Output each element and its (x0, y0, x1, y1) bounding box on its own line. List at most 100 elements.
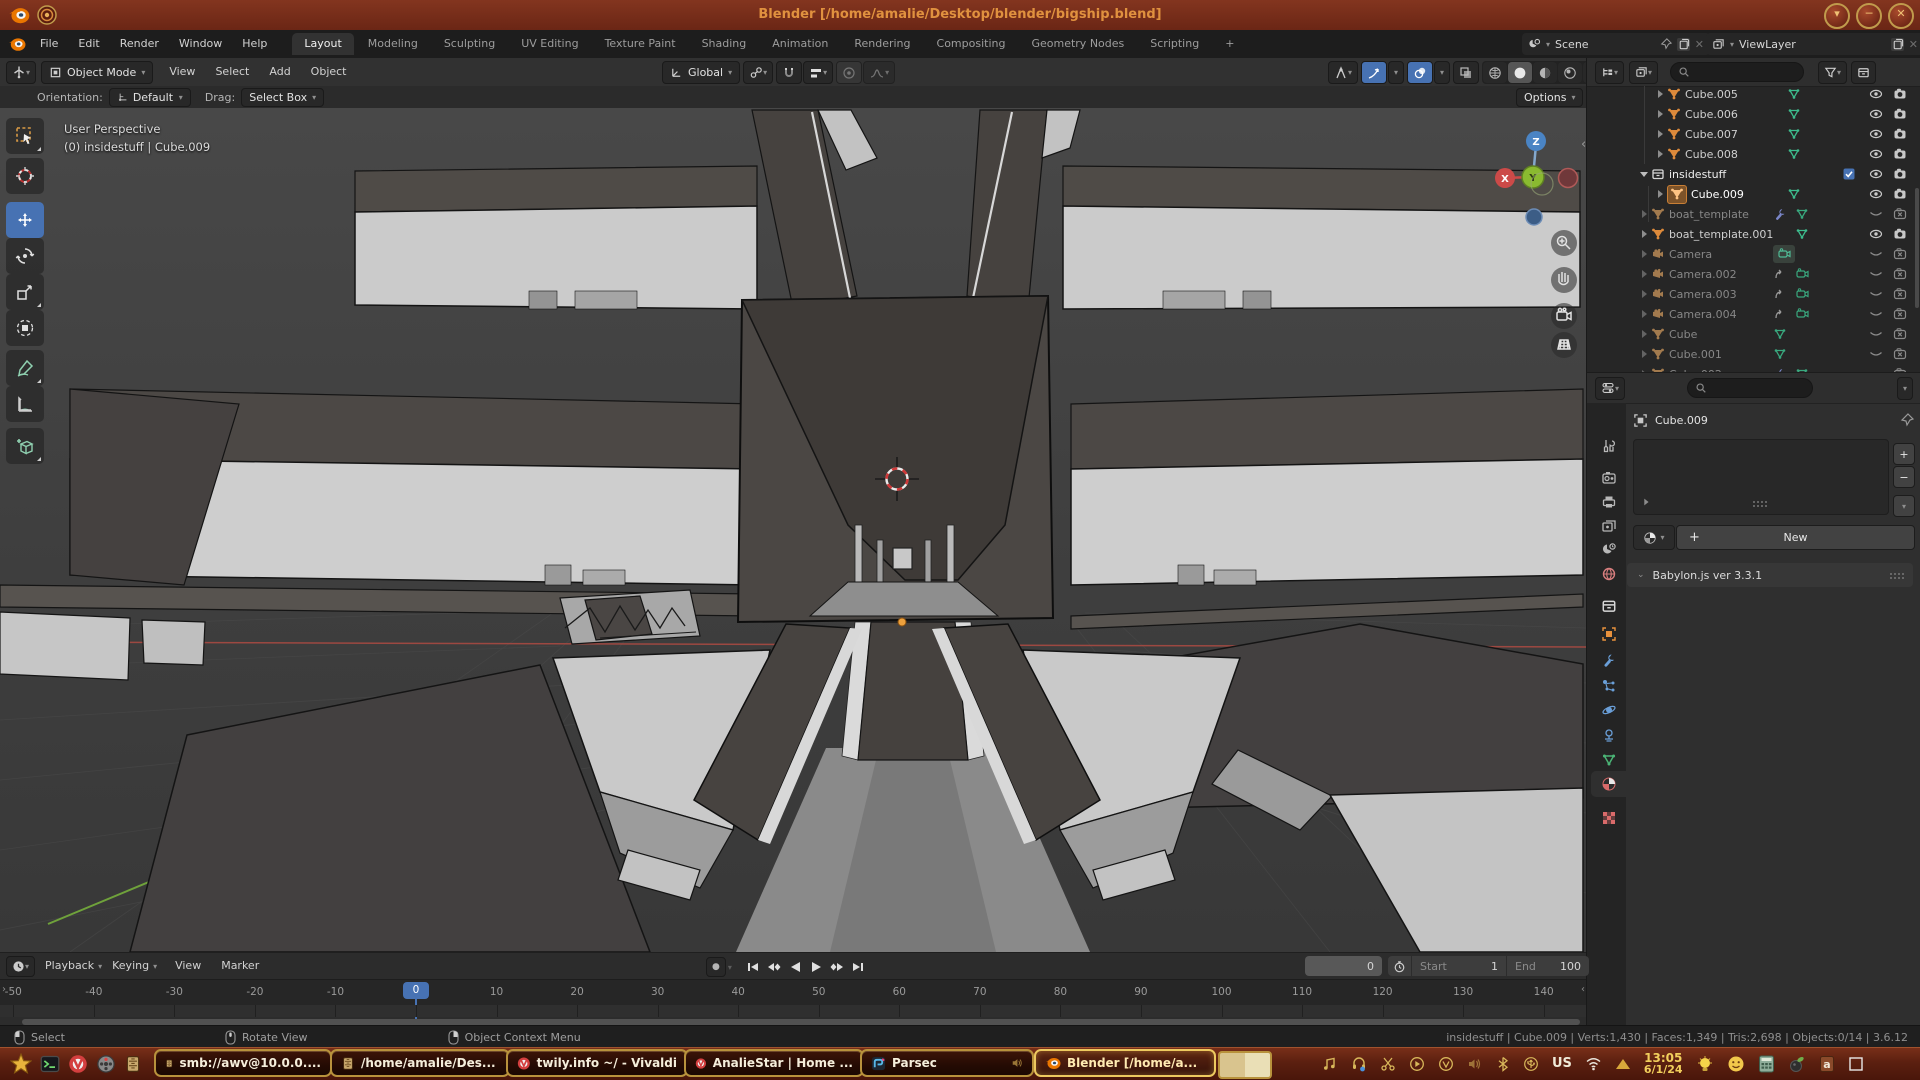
taskbar-button-blender-active[interactable]: Blender [/home/a... (1034, 1049, 1216, 1077)
render-visibility-toggle[interactable] (1893, 127, 1907, 141)
hide-eye-toggle[interactable] (1869, 187, 1883, 201)
render-visibility-toggle[interactable] (1893, 307, 1907, 321)
smiley-tray-icon[interactable] (1727, 1055, 1745, 1073)
options-button[interactable]: Options ▾ (1516, 88, 1583, 107)
outliner-filter-id-dropdown[interactable]: ▾ (1629, 61, 1658, 84)
tab-particles[interactable] (1591, 673, 1626, 699)
outliner-row-boat-template001[interactable]: boat_template.001 (1587, 224, 1920, 244)
drag-dropdown[interactable]: Select Box ▾ (241, 88, 324, 107)
hide-eye-toggle[interactable] (1869, 247, 1883, 261)
menu-window[interactable]: Window (169, 30, 232, 58)
tab-output[interactable] (1591, 489, 1626, 515)
add-cube-tool[interactable] (6, 428, 44, 464)
expand-icon[interactable] (1637, 207, 1651, 221)
menu-render[interactable]: Render (110, 30, 169, 58)
snap-toggle[interactable] (776, 61, 802, 84)
notifications-expand-icon[interactable] (1615, 1058, 1631, 1070)
current-frame-field[interactable]: 0 (1305, 956, 1382, 976)
timeline-frame-strip[interactable] (0, 1005, 1586, 1017)
navigation-gizmo[interactable]: Z X Y ‹ (1460, 108, 1586, 368)
outliner-row-boat-template[interactable]: boat_template (1587, 204, 1920, 224)
scene-selector[interactable]: ▾ Scene ✕ (1522, 33, 1710, 55)
music-tray-icon[interactable] (1322, 1056, 1338, 1072)
tab-view-layer[interactable] (1591, 513, 1626, 539)
xray-toggle[interactable] (1453, 61, 1479, 84)
add-workspace-button[interactable]: + (1213, 33, 1246, 55)
close-button[interactable]: ✕ (1888, 3, 1914, 29)
gizmo-toggle[interactable] (1361, 61, 1387, 84)
proportional-falloff-dropdown[interactable]: ▾ (863, 61, 895, 84)
clock[interactable]: 13:05 6/1/24 (1644, 1052, 1683, 1076)
hide-eye-toggle[interactable] (1869, 227, 1883, 241)
new-material-button[interactable]: + New (1676, 525, 1915, 550)
annotate-tool[interactable] (6, 350, 44, 386)
media-launcher-icon[interactable] (96, 1054, 116, 1074)
select-box-tool[interactable] (6, 118, 44, 154)
render-visibility-toggle[interactable] (1893, 347, 1907, 361)
menu-file[interactable]: File (30, 30, 68, 58)
tab-texture-paint[interactable]: Texture Paint (593, 33, 688, 55)
visibility-dropdown[interactable]: ▾ (1328, 61, 1358, 84)
pivot-point-dropdown[interactable]: ▾ (743, 61, 773, 84)
collection-checkbox[interactable] (1842, 167, 1856, 181)
outliner-row-camera[interactable]: Camera (1587, 244, 1920, 264)
properties-editor-type-button[interactable]: ▾ (1595, 377, 1625, 400)
menu-star-icon[interactable] (10, 1053, 32, 1075)
taskbar-button-analiestar[interactable]: AnalieStar | Home ... (684, 1049, 864, 1077)
taskbar-button-smb[interactable]: smb://awv@10.0.0.... (154, 1049, 332, 1077)
transform-orientation-dropdown[interactable]: Global ▾ (662, 61, 740, 84)
hide-eye-toggle[interactable] (1869, 107, 1883, 121)
browse-material-dropdown[interactable]: ▾ (1633, 525, 1675, 550)
tab-object-data[interactable] (1591, 747, 1626, 773)
show-desktop-icon[interactable] (1848, 1056, 1864, 1072)
bluetooth-tray-icon[interactable] (1496, 1056, 1510, 1072)
expand-icon[interactable] (1637, 307, 1651, 321)
expand-icon[interactable] (1637, 247, 1651, 261)
shading-rendered-button[interactable] (1558, 62, 1582, 83)
pin-id-icon[interactable] (1900, 413, 1914, 427)
hide-eye-toggle[interactable] (1869, 287, 1883, 301)
measure-tool[interactable] (6, 386, 44, 422)
outliner-row-cube008[interactable]: Cube.008 (1587, 144, 1920, 164)
outliner-row-camera002[interactable]: Camera.002 (1587, 264, 1920, 284)
render-visibility-toggle[interactable] (1893, 167, 1907, 181)
tab-animation[interactable]: Animation (760, 33, 840, 55)
zoom-button[interactable] (1551, 230, 1577, 256)
outliner-row-cube006[interactable]: Cube.006 (1587, 104, 1920, 124)
outliner-row-cube005[interactable]: Cube.005 (1587, 84, 1920, 104)
render-visibility-toggle[interactable] (1893, 247, 1907, 261)
hide-eye-toggle[interactable] (1869, 347, 1883, 361)
render-visibility-toggle[interactable] (1893, 227, 1907, 241)
shading-material-button[interactable] (1533, 62, 1557, 83)
render-visibility-toggle[interactable] (1893, 147, 1907, 161)
jump-to-end-button[interactable] (849, 958, 868, 976)
jump-to-start-button[interactable] (744, 958, 763, 976)
dictionary-tray-icon[interactable]: a (1819, 1055, 1835, 1073)
new-view-layer-icon[interactable] (1891, 38, 1904, 51)
taskbar-button-parsec[interactable]: Parsec (860, 1049, 1034, 1077)
pin-icon[interactable] (1660, 38, 1672, 50)
overlays-dropdown[interactable]: ▾ (1434, 61, 1450, 84)
window-shade-button[interactable]: ▾ (1824, 3, 1850, 29)
taskbar-button-twily[interactable]: twily.info ~/ - Vivaldi (506, 1049, 688, 1077)
clipboard-tray-icon[interactable] (1380, 1056, 1396, 1072)
snap-target-dropdown[interactable]: ▾ (803, 61, 833, 84)
menu-view[interactable]: View (159, 58, 205, 86)
keyboard-layout-indicator[interactable]: US (1552, 1056, 1572, 1071)
shading-solid-button[interactable] (1508, 62, 1532, 83)
lamp-tray-icon[interactable] (1696, 1055, 1714, 1073)
tool-orientation-dropdown[interactable]: Default ▾ (109, 88, 191, 107)
menu-playback[interactable]: Playback (35, 953, 104, 979)
panel-grip-icon[interactable] (1889, 572, 1905, 580)
blender-menu-icon[interactable] (8, 35, 26, 53)
menu-select[interactable]: Select (205, 58, 259, 86)
next-keyframe-button[interactable] (828, 958, 847, 976)
hide-eye-toggle[interactable] (1869, 307, 1883, 321)
expand-icon[interactable] (1637, 267, 1651, 281)
wifi-tray-icon[interactable] (1585, 1056, 1602, 1071)
axis-gizmo[interactable]: Z X Y (1495, 131, 1578, 225)
usb-tray-icon[interactable] (1523, 1056, 1539, 1072)
tab-uv-editing[interactable]: UV Editing (509, 33, 590, 55)
new-collection-button[interactable] (1851, 61, 1876, 84)
expand-icon[interactable] (1637, 287, 1651, 301)
